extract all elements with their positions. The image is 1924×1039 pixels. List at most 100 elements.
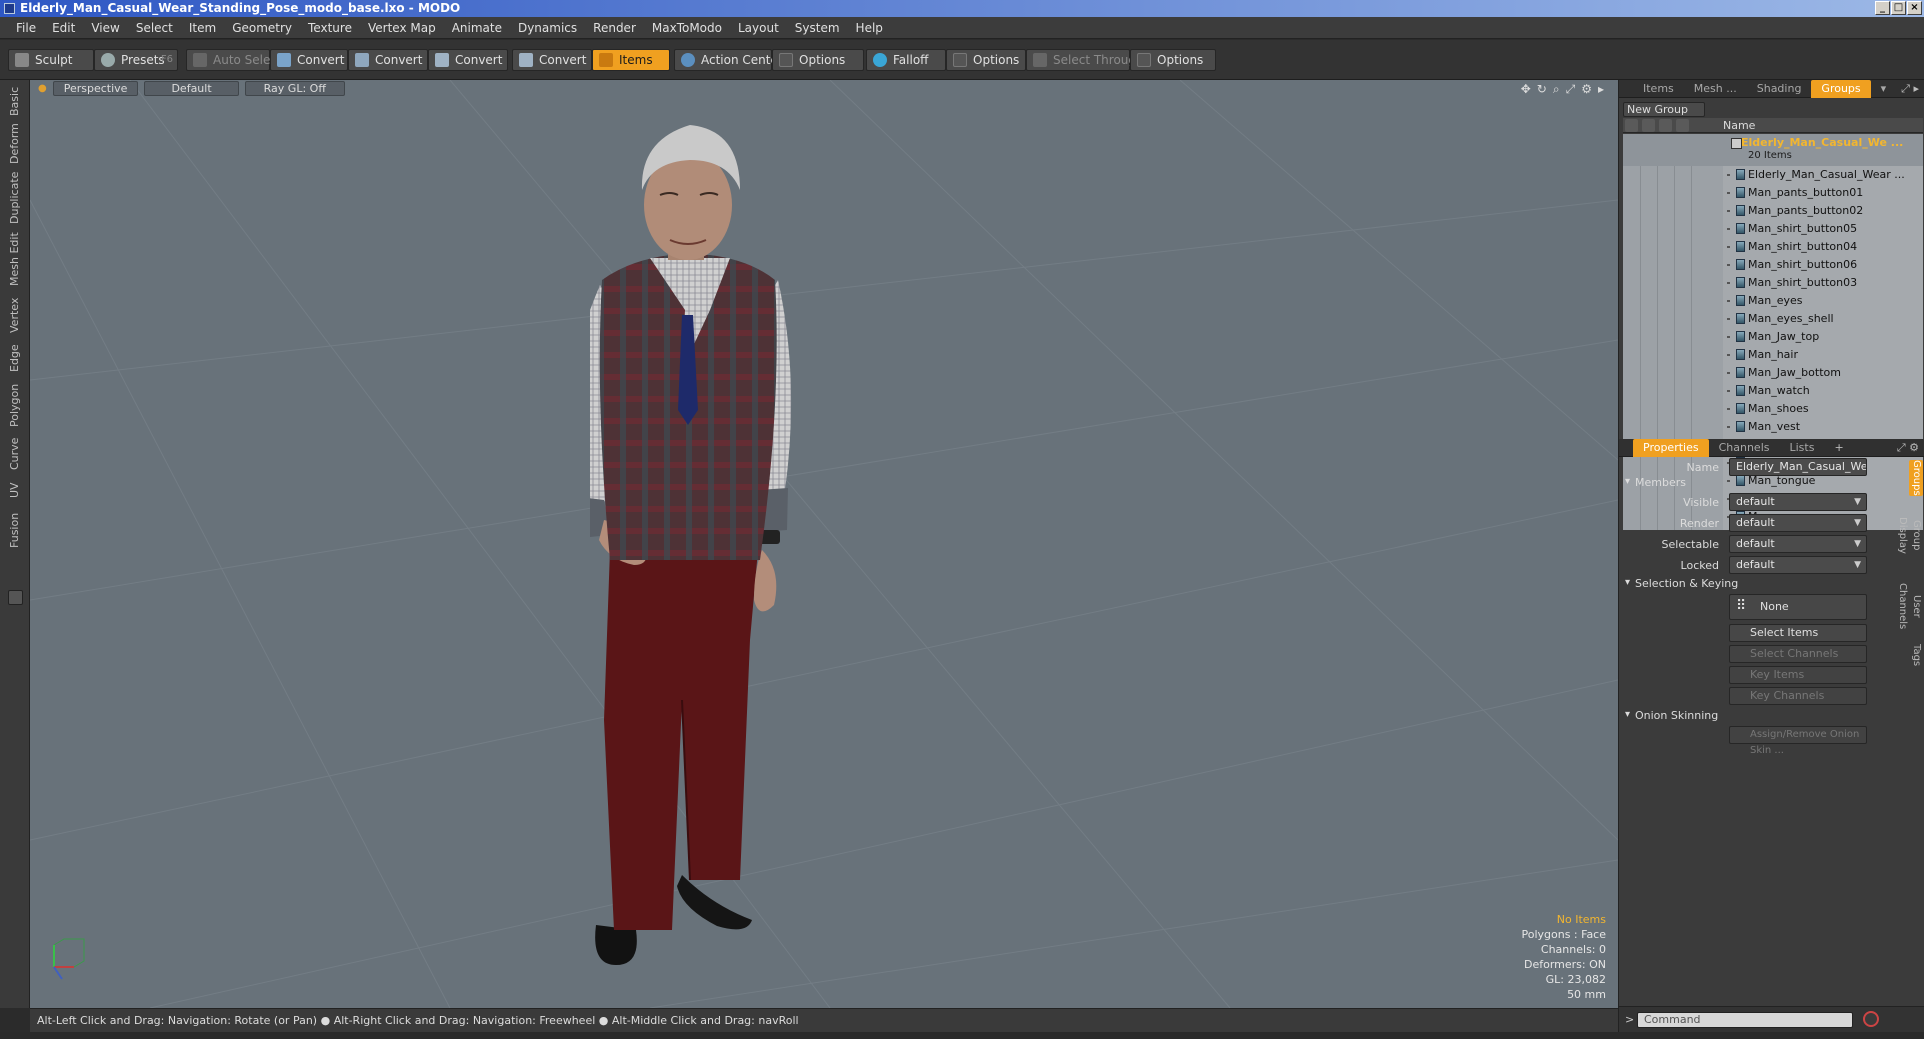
visible-select[interactable]: default ▼ [1729, 493, 1867, 511]
convert-button-1[interactable]: Convert [270, 49, 348, 71]
options-button-2[interactable]: Options [946, 49, 1026, 71]
side-tab-tags[interactable]: Tags [1909, 642, 1923, 668]
menu-select[interactable]: Select [128, 17, 181, 39]
tab-basic[interactable]: Basic [7, 84, 23, 118]
menu-animate[interactable]: Animate [444, 17, 510, 39]
tab-uv[interactable]: UV [7, 478, 23, 502]
tab-edge[interactable]: Edge [7, 340, 23, 376]
new-group-button[interactable]: New Group [1623, 102, 1705, 117]
name-field[interactable]: Elderly_Man_Casual_Wear_Stan [1729, 458, 1867, 476]
key-channels-button[interactable]: Key Channels [1729, 687, 1867, 705]
convert-button-3[interactable]: Convert [428, 49, 508, 71]
group-list-item[interactable]: Man_eyes_shell [1623, 310, 1923, 328]
group-list-item[interactable]: Man_Jaw_bottom [1623, 364, 1923, 382]
tab-properties[interactable]: Properties [1633, 438, 1709, 457]
command-history-button[interactable] [1863, 1011, 1879, 1027]
rotate-icon[interactable]: ↻ [1537, 82, 1547, 97]
zoom-icon[interactable]: ⌕ [1553, 82, 1560, 97]
render-select[interactable]: default ▼ [1729, 514, 1867, 532]
selection-keying-section[interactable]: Selection & Keying [1625, 577, 1738, 590]
properties-gear-icon[interactable]: ⤢ ⚙ [1897, 441, 1919, 455]
menu-edit[interactable]: Edit [44, 17, 83, 39]
group-list-item[interactable]: Man_eyes [1623, 292, 1923, 310]
tab-curve[interactable]: Curve [7, 434, 23, 474]
visibility-column-icon[interactable] [1625, 119, 1638, 132]
tab-vertex[interactable]: Vertex [7, 294, 23, 336]
group-list-item[interactable]: Man_Jaw_top [1623, 328, 1923, 346]
group-list-item[interactable]: Man_watch [1623, 382, 1923, 400]
select-column-icon[interactable] [1676, 119, 1689, 132]
add-tab-button[interactable]: + [1824, 439, 1853, 457]
group-list-item[interactable]: Elderly_Man_Casual_Wear ... [1623, 166, 1923, 184]
tab-channels[interactable]: Channels [1709, 439, 1780, 457]
menu-layout[interactable]: Layout [730, 17, 787, 39]
select-items-button[interactable]: Select Items [1729, 624, 1867, 642]
name-column-header[interactable]: Name [1723, 118, 1755, 133]
group-list-item[interactable]: Man_pants_button02 [1623, 202, 1923, 220]
tab-items[interactable]: Items [1633, 80, 1684, 98]
menu-geometry[interactable]: Geometry [224, 17, 300, 39]
3d-viewport[interactable]: ● Perspective Default Ray GL: Off ✥ ↻ ⌕ … [30, 80, 1618, 1008]
menu-dynamics[interactable]: Dynamics [510, 17, 585, 39]
close-button[interactable]: × [1907, 1, 1922, 15]
menu-texture[interactable]: Texture [300, 17, 360, 39]
fit-icon[interactable]: ⤢ [1566, 82, 1576, 97]
tab-mesh[interactable]: Mesh ... [1684, 80, 1747, 98]
group-list-item[interactable]: Man_shirt_button04 [1623, 238, 1923, 256]
group-list-item[interactable]: Man_hair [1623, 346, 1923, 364]
shading-button[interactable]: Default [144, 81, 239, 96]
sculpt-button[interactable]: Sculpt [8, 49, 94, 71]
group-list-item[interactable]: Man_shirt_button06 [1623, 256, 1923, 274]
lock-column-icon[interactable] [1659, 119, 1672, 132]
tab-lists[interactable]: Lists [1780, 439, 1825, 457]
menu-item[interactable]: Item [181, 17, 224, 39]
panel-expand-icon[interactable]: ⤢ ▸ [1901, 82, 1919, 96]
maximize-button[interactable]: □ [1891, 1, 1906, 15]
tab-shading[interactable]: Shading [1747, 80, 1812, 98]
menu-render[interactable]: Render [585, 17, 644, 39]
raygl-button[interactable]: Ray GL: Off [244, 81, 345, 96]
side-tab-groups[interactable]: Groups [1909, 460, 1923, 496]
options-button-3[interactable]: Options [1130, 49, 1216, 71]
group-list-item[interactable]: Man_vest [1623, 418, 1923, 436]
render-column-icon[interactable] [1642, 119, 1655, 132]
tab-polygon[interactable]: Polygon [7, 380, 23, 430]
pan-icon[interactable]: ✥ [1521, 82, 1531, 97]
menu-system[interactable]: System [787, 17, 848, 39]
convert-button-4[interactable]: Convert [512, 49, 592, 71]
group-list-item[interactable]: Man_shirt_button03 [1623, 274, 1923, 292]
tab-mesh-edit[interactable]: Mesh Edit [7, 230, 23, 288]
key-items-button[interactable]: Key Items [1729, 666, 1867, 684]
side-tab-user-channels[interactable]: User Channels [1897, 574, 1923, 638]
panel-toggle-button[interactable] [8, 590, 23, 605]
group-list-item[interactable]: Man_shirt_button05 [1623, 220, 1923, 238]
selection-set-button[interactable]: ⠿ None [1729, 594, 1867, 620]
command-input[interactable]: Command [1637, 1012, 1853, 1028]
menu-maxtomodo[interactable]: MaxToModo [644, 17, 730, 39]
viewport-menu-icon[interactable]: ● [38, 83, 47, 94]
convert-button-2[interactable]: Convert [348, 49, 428, 71]
falloff-button[interactable]: Falloff [866, 49, 946, 71]
select-channels-button[interactable]: Select Channels [1729, 645, 1867, 663]
view-type-button[interactable]: Perspective [52, 81, 139, 96]
viewport-expand-icon[interactable]: ▸ [1598, 82, 1604, 97]
items-mode-button[interactable]: Items [592, 49, 670, 71]
menu-file[interactable]: File [8, 17, 44, 39]
select-through-button[interactable]: Select Through [1026, 49, 1144, 71]
onion-skinning-section[interactable]: Onion Skinning [1625, 709, 1718, 722]
minimize-button[interactable]: _ [1875, 1, 1890, 15]
viewport-gear-icon[interactable]: ⚙ [1581, 82, 1592, 97]
locked-select[interactable]: default ▼ [1729, 556, 1867, 574]
auto-select-button[interactable]: Auto Select [186, 49, 282, 71]
members-section[interactable]: Members [1625, 476, 1686, 489]
tab-fusion[interactable]: Fusion [7, 508, 23, 552]
options-button-1[interactable]: Options [772, 49, 864, 71]
group-list-item[interactable]: Man_shoes [1623, 400, 1923, 418]
presets-button[interactable]: Presets F6 [94, 49, 178, 71]
menu-help[interactable]: Help [848, 17, 891, 39]
tab-groups[interactable]: Groups [1811, 79, 1871, 98]
tab-duplicate[interactable]: Duplicate [7, 172, 23, 224]
assign-onion-button[interactable]: Assign/Remove Onion Skin ... [1729, 726, 1867, 756]
tab-deform[interactable]: Deform [7, 122, 23, 166]
tab-dropdown-icon[interactable]: ▾ [1871, 80, 1897, 98]
